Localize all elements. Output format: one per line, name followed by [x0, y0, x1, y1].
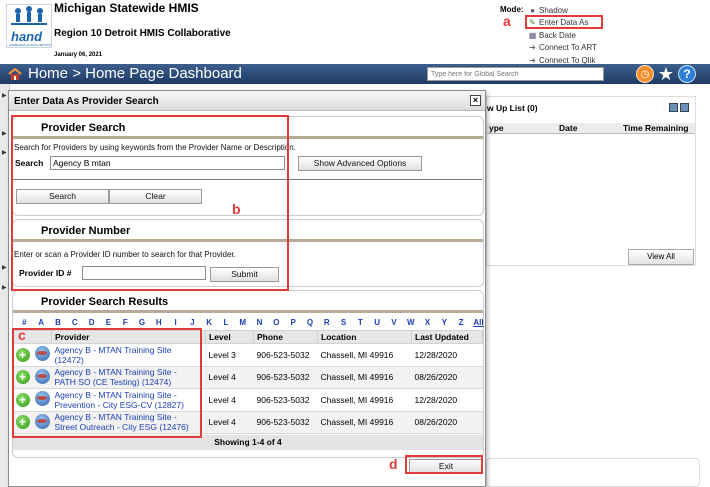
mode-back-date-link[interactable]: ▦ Back Date [528, 29, 597, 42]
alpha-link[interactable]: Z [453, 318, 470, 329]
alpha-link[interactable]: R [318, 318, 335, 329]
region-title: Region 10 Detroit HMIS Collaborative [54, 28, 231, 39]
home-icon[interactable] [8, 68, 22, 80]
sidebar-arrow-icon[interactable]: ▶ [2, 92, 7, 99]
col-date: Date [559, 123, 578, 133]
annotation-label-c: c [18, 327, 26, 343]
alpha-link[interactable]: S [335, 318, 352, 329]
breadcrumb-separator: > [72, 65, 81, 82]
mode-back-date-label: Back Date [539, 30, 576, 40]
calendar-icon: ▦ [528, 30, 537, 40]
annotation-box-c [12, 328, 202, 438]
global-search-input[interactable] [427, 67, 604, 81]
alpha-link[interactable]: Q [302, 318, 319, 329]
level-cell: Level 4 [205, 411, 254, 434]
updated-cell: 12/28/2020 [411, 343, 483, 367]
shadow-icon: ● [530, 5, 535, 15]
bottom-panel [486, 458, 700, 487]
app-title: Michigan Statewide HMIS [54, 1, 199, 15]
mode-shadow-label: Shadow [539, 5, 568, 15]
phone-cell: 906-523-5032 [253, 388, 318, 412]
alpha-link[interactable]: O [268, 318, 285, 329]
current-date: January 06, 2021 [54, 52, 103, 58]
alpha-link[interactable]: M [234, 318, 251, 329]
clock-icon[interactable]: ◷ [636, 65, 654, 83]
alpha-link[interactable]: N [251, 318, 268, 329]
alpha-link[interactable]: P [285, 318, 302, 329]
annotation-box-d [405, 455, 483, 474]
star-icon[interactable]: ★ [657, 64, 675, 84]
results-heading: Provider Search Results [41, 296, 169, 308]
connect-art-link[interactable]: ➜ Connect To ART [528, 42, 597, 55]
col-phone: Phone [253, 330, 318, 344]
level-cell: Level 4 [205, 366, 254, 389]
sidebar-arrow-icon[interactable]: ▶ [2, 284, 7, 291]
updated-cell: 08/26/2020 [411, 366, 483, 389]
dialog-title: Enter Data As Provider Search [14, 96, 159, 107]
mode-menu: ● Shadow ✎ Enter Data As ▦ Back Date ➜ C… [528, 4, 597, 67]
alpha-link[interactable]: T [352, 318, 369, 329]
phone-cell: 906-523-5032 [253, 411, 318, 434]
annotation-label-a: a [503, 13, 511, 29]
hand-logo: hand HOMELESS ACTION NETWORK OF DETROIT [6, 4, 52, 48]
nav-icons: ◷ ★ ? [636, 64, 696, 84]
annotation-box-a [525, 15, 603, 29]
alpha-link[interactable]: V [386, 318, 403, 329]
level-cell: Level 4 [205, 388, 254, 412]
col-type: ype [489, 123, 504, 133]
followup-table-header: ype Date Time Remaining [487, 123, 695, 134]
breadcrumb-page: Home Page Dashboard [85, 65, 242, 82]
view-all-button[interactable]: View All [628, 249, 694, 265]
location-cell: Chassell, MI 49916 [317, 366, 412, 389]
col-level: Level [205, 330, 254, 344]
followup-list-panel: w Up List (0) ype Date Time Remaining Vi… [486, 96, 696, 266]
col-last-updated: Last Updated [411, 330, 483, 344]
updated-cell: 08/26/2020 [411, 411, 483, 434]
col-time-remaining: Time Remaining [623, 123, 689, 133]
alpha-link[interactable]: K [201, 318, 218, 329]
alpha-link[interactable]: Y [436, 318, 453, 329]
phone-cell: 906-523-5032 [253, 343, 318, 367]
connect-icon: ➜ [529, 43, 536, 53]
phone-cell: 906-523-5032 [253, 366, 318, 389]
col-location: Location [317, 330, 412, 344]
annotation-label-b: b [232, 201, 241, 217]
updated-cell: 12/28/2020 [411, 388, 483, 412]
nav-bar: Home > Home Page Dashboard ◷ ★ ? [0, 64, 710, 84]
logo-text: hand [11, 29, 43, 44]
breadcrumb: Home > Home Page Dashboard [28, 65, 242, 82]
show-advanced-options-button[interactable]: Show Advanced Options [298, 156, 422, 171]
location-cell: Chassell, MI 49916 [317, 411, 412, 434]
alpha-link[interactable]: X [419, 318, 436, 329]
dialog-titlebar: Enter Data As Provider Search × [9, 91, 485, 111]
sidebar-arrow-icon[interactable]: ▶ [2, 264, 7, 271]
alpha-all-link[interactable]: All [470, 318, 488, 329]
sidebar-arrow-icon[interactable]: ▶ [2, 149, 7, 156]
alpha-link[interactable]: W [402, 318, 419, 329]
panel-tools-icon[interactable] [669, 103, 689, 113]
connect-art-label: Connect To ART [539, 43, 597, 53]
breadcrumb-home[interactable]: Home [28, 65, 68, 82]
logo-subtext: HOMELESS ACTION NETWORK OF DETROIT [9, 43, 51, 47]
close-icon[interactable]: × [470, 95, 481, 106]
level-cell: Level 3 [205, 343, 254, 367]
app-header: hand HOMELESS ACTION NETWORK OF DETROIT … [0, 0, 710, 67]
annotation-box-b [11, 115, 289, 291]
help-icon[interactable]: ? [678, 65, 696, 83]
results-header: Provider Search Results [13, 291, 483, 313]
location-cell: Chassell, MI 49916 [317, 388, 412, 412]
sidebar-arrow-icon[interactable]: ▶ [2, 130, 7, 137]
followup-title: w Up List (0) [487, 103, 538, 113]
alpha-link[interactable]: U [369, 318, 386, 329]
location-cell: Chassell, MI 49916 [317, 343, 412, 367]
alpha-link[interactable]: L [218, 318, 235, 329]
annotation-label-d: d [389, 456, 398, 472]
